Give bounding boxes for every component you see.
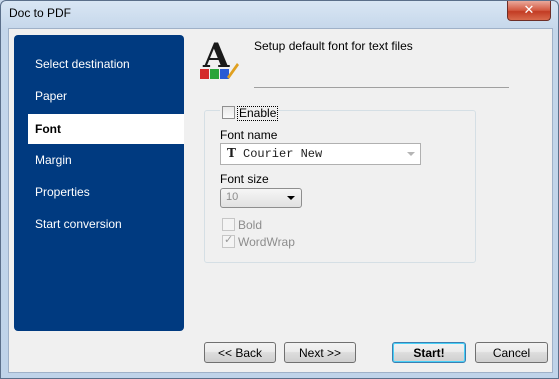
font-size-select[interactable]: 10 xyxy=(220,188,302,208)
close-icon: ✕ xyxy=(523,2,535,17)
chevron-down-icon xyxy=(287,196,295,200)
close-button[interactable]: ✕ xyxy=(507,1,551,21)
title-bar[interactable]: Doc to PDF ✕ xyxy=(1,1,558,27)
font-name-select[interactable]: T Courier New xyxy=(220,143,421,165)
cancel-button[interactable]: Cancel xyxy=(475,342,548,363)
next-button[interactable]: Next >> xyxy=(284,342,356,363)
font-name-label: Font name xyxy=(220,128,278,142)
bold-label[interactable]: Bold xyxy=(238,218,262,232)
sidebar-item-font[interactable]: Font xyxy=(28,114,184,144)
sidebar-item-select-destination[interactable]: Select destination xyxy=(14,49,184,79)
sidebar-item-margin[interactable]: Margin xyxy=(14,145,184,175)
font-name-value: Courier New xyxy=(243,147,323,161)
back-button[interactable]: << Back xyxy=(204,342,276,363)
font-size-label: Font size xyxy=(220,172,269,186)
sidebar-item-properties[interactable]: Properties xyxy=(14,177,184,207)
sidebar-item-start-conversion[interactable]: Start conversion xyxy=(14,209,184,239)
start-button[interactable]: Start! xyxy=(392,342,466,363)
wordwrap-checkbox[interactable]: ✓ xyxy=(222,234,235,248)
font-letter-a-icon: A xyxy=(200,37,239,79)
page-header: Setup default font for text files xyxy=(254,39,413,53)
sidebar-item-paper[interactable]: Paper xyxy=(14,81,184,111)
header-divider xyxy=(254,87,509,88)
enable-checkbox[interactable] xyxy=(222,106,235,119)
font-size-value: 10 xyxy=(226,191,239,203)
enable-label[interactable]: Enable xyxy=(237,106,279,121)
wordwrap-label[interactable]: WordWrap xyxy=(238,235,295,249)
check-icon: ✓ xyxy=(224,234,234,246)
dialog-client-area: Select destination Paper Font Margin Pro… xyxy=(8,28,553,373)
window: Doc to PDF ✕ Select destination Paper Fo… xyxy=(0,0,559,379)
bold-checkbox[interactable] xyxy=(222,218,235,231)
truetype-font-icon: T xyxy=(227,146,236,160)
wizard-sidebar: Select destination Paper Font Margin Pro… xyxy=(14,35,184,331)
window-title: Doc to PDF xyxy=(9,6,72,20)
chevron-down-icon xyxy=(407,152,415,156)
